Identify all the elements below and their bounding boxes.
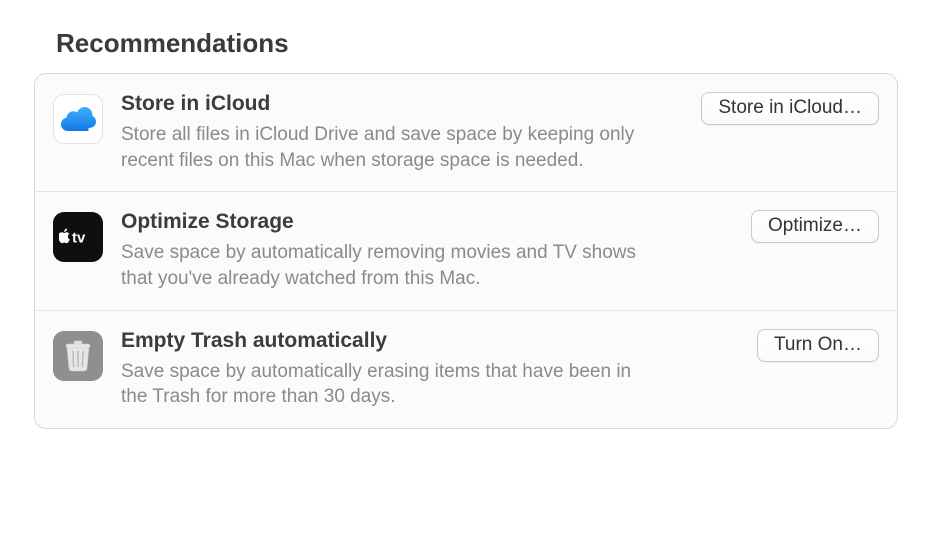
recommendation-row-trash: Empty Trash automatically Save space by … — [35, 310, 897, 428]
trash-icon — [53, 331, 103, 381]
turn-on-button[interactable]: Turn On… — [757, 329, 879, 362]
store-in-icloud-button[interactable]: Store in iCloud… — [701, 92, 879, 125]
row-text: Store in iCloud Store all files in iClou… — [121, 92, 701, 173]
recommendation-row-icloud: Store in iCloud Store all files in iClou… — [35, 74, 897, 191]
row-description: Save space by automatically removing mov… — [121, 240, 661, 291]
section-title: Recommendations — [56, 28, 898, 59]
row-title: Empty Trash automatically — [121, 329, 745, 353]
row-text: Optimize Storage Save space by automatic… — [121, 210, 751, 291]
recommendations-panel: Store in iCloud Store all files in iClou… — [34, 73, 898, 429]
row-title: Store in iCloud — [121, 92, 689, 116]
svg-text:tv: tv — [72, 230, 86, 247]
icloud-icon — [53, 94, 103, 144]
row-text: Empty Trash automatically Save space by … — [121, 329, 757, 410]
row-description: Save space by automatically erasing item… — [121, 359, 661, 410]
row-description: Store all files in iCloud Drive and save… — [121, 122, 661, 173]
optimize-button[interactable]: Optimize… — [751, 210, 879, 243]
row-title: Optimize Storage — [121, 210, 739, 234]
apple-tv-icon: tv — [53, 212, 103, 262]
recommendation-row-optimize: tv Optimize Storage Save space by automa… — [35, 191, 897, 309]
